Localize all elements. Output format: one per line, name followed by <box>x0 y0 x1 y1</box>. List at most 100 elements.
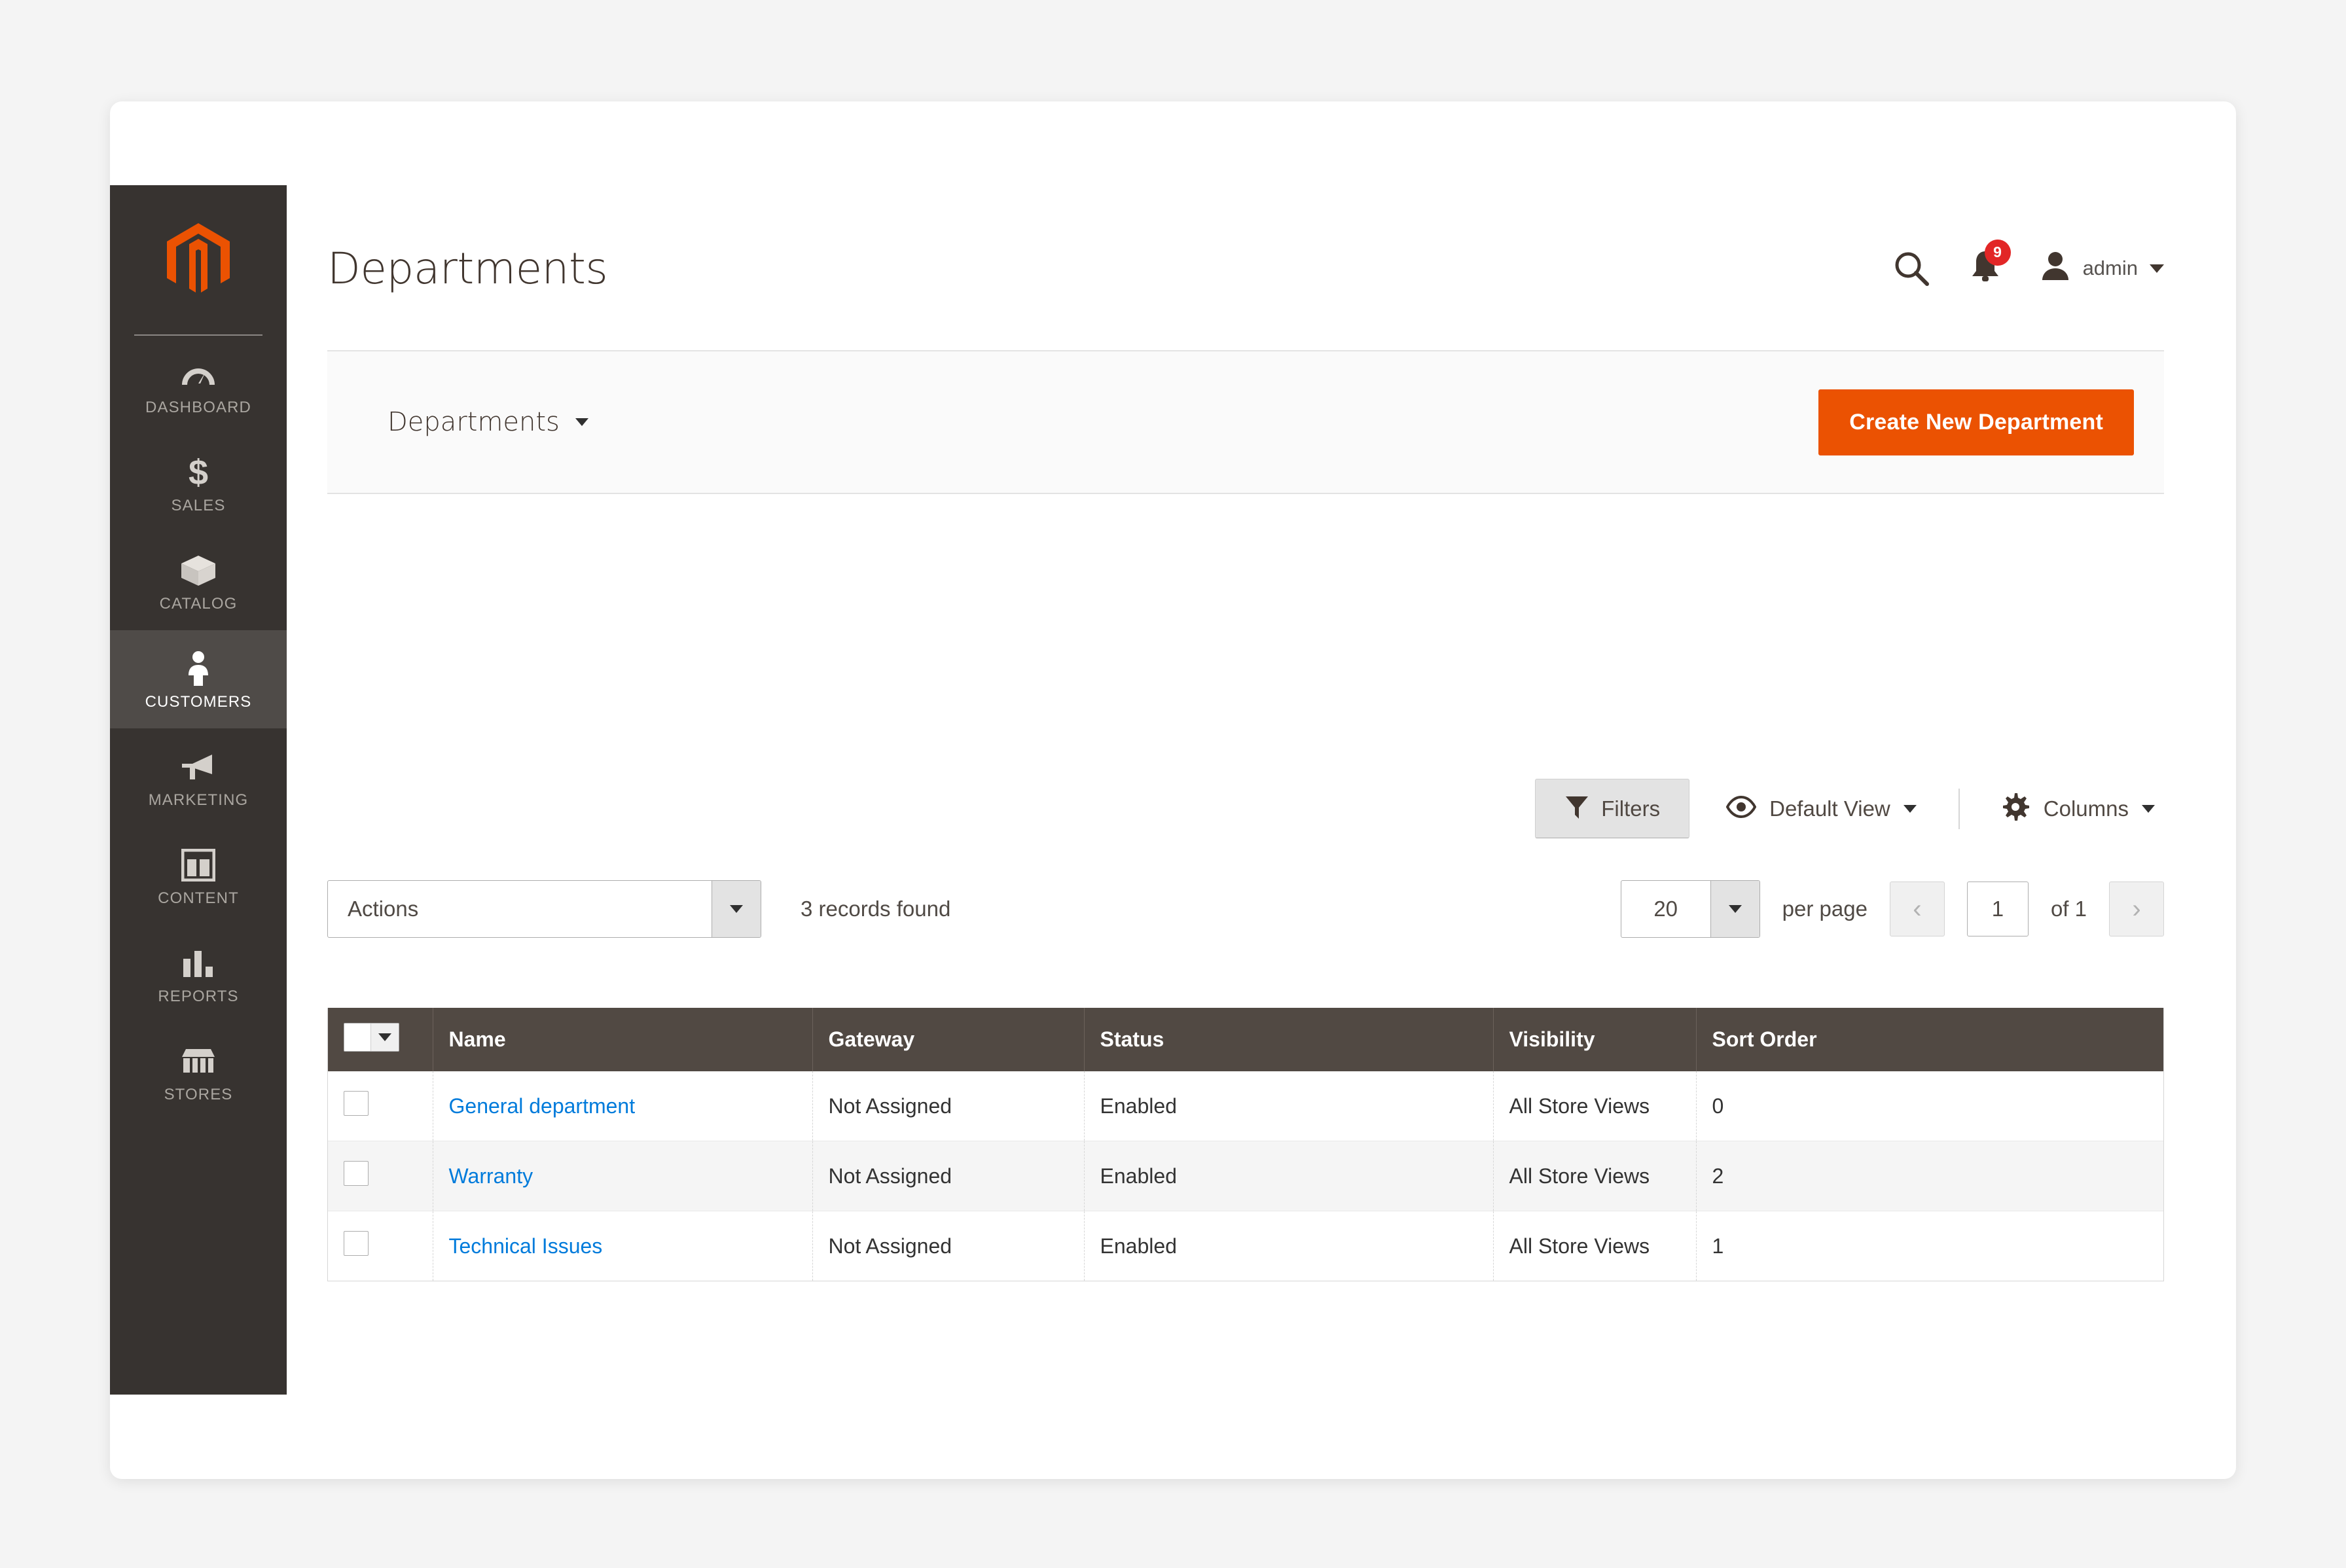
chevron-down-icon <box>2142 804 2155 813</box>
header-tools: 9 admin <box>1892 239 2164 289</box>
breadcrumb-label: Departments <box>388 407 560 437</box>
filters-label: Filters <box>1601 796 1661 821</box>
column-header-sort-order[interactable]: Sort Order <box>1696 1008 2163 1071</box>
row-sort-order-cell: 0 <box>1696 1071 2163 1141</box>
search-icon[interactable] <box>1892 249 1931 288</box>
eye-icon <box>1725 795 1757 821</box>
breadcrumb[interactable]: Departments <box>388 407 588 437</box>
sidebar-item-label: REPORTS <box>158 988 239 1005</box>
screenshot-root: DASHBOARD $ SALES CATALOG CUSTOMERS MARK… <box>0 0 2346 1568</box>
sidebar-item-label: DASHBOARD <box>145 399 251 416</box>
sidebar-item-content[interactable]: CONTENT <box>110 827 287 925</box>
page-number-input[interactable]: 1 <box>1966 882 2029 936</box>
per-page-value: 20 <box>1653 897 1678 921</box>
dashboard-icon <box>110 355 287 393</box>
row-select-cell <box>328 1071 433 1141</box>
department-link[interactable]: Technical Issues <box>449 1234 603 1258</box>
sidebar-item-stores[interactable]: STORES <box>110 1023 287 1121</box>
chevron-down-icon <box>575 418 588 426</box>
sidebar-item-sales[interactable]: $ SALES <box>110 434 287 532</box>
page-actions-bar: Departments Create New Department <box>327 350 2164 494</box>
next-page-button[interactable]: › <box>2109 882 2164 936</box>
select-all-arrow[interactable] <box>370 1024 399 1051</box>
per-page-select-arrow[interactable] <box>1710 881 1760 937</box>
chevron-down-icon <box>1728 905 1742 913</box>
row-visibility-cell: All Store Views <box>1493 1071 1697 1141</box>
row-sort-order-cell: 1 <box>1712 1234 1724 1258</box>
table-body: General department Not Assigned Enabled … <box>328 1071 2163 1281</box>
grid-toolbar: Filters Default View Columns <box>327 779 2164 838</box>
row-name-cell: Warranty <box>433 1141 813 1211</box>
row-visibility-cell: All Store Views <box>1493 1141 1697 1211</box>
magento-logo[interactable] <box>110 185 287 334</box>
table-row[interactable]: Warranty Not Assigned Enabled All Store … <box>328 1141 2163 1211</box>
select-all-header <box>328 1008 433 1071</box>
notification-badge: 9 <box>1984 239 2011 266</box>
table-row[interactable]: Technical Issues Not Assigned Enabled Al… <box>328 1211 2163 1281</box>
content-area: Departments 9 admin Departments Create N… <box>287 101 2236 1479</box>
megaphone-icon <box>110 748 287 786</box>
row-checkbox[interactable] <box>344 1091 369 1116</box>
actions-select[interactable]: Actions <box>327 880 761 938</box>
select-all-checkbox[interactable] <box>344 1024 370 1051</box>
filters-button[interactable]: Filters <box>1535 779 1690 838</box>
column-header-status[interactable]: Status <box>1084 1008 1494 1071</box>
row-name-cell: Technical Issues <box>433 1211 813 1281</box>
total-pages-label: of 1 <box>2050 897 2087 921</box>
columns-selector[interactable]: Columns <box>1993 786 2164 831</box>
user-avatar-icon <box>2040 250 2071 287</box>
per-page-select[interactable]: 20 <box>1620 880 1760 938</box>
sidebar-item-reports[interactable]: REPORTS <box>110 925 287 1023</box>
sidebar-item-label: CATALOG <box>159 595 238 613</box>
main-sidebar: DASHBOARD $ SALES CATALOG CUSTOMERS MARK… <box>110 185 287 1395</box>
select-all-dropdown[interactable] <box>344 1023 399 1052</box>
row-gateway-cell: Not Assigned <box>812 1211 1085 1281</box>
sidebar-item-catalog[interactable]: CATALOG <box>110 532 287 630</box>
bar-chart-icon <box>110 944 287 982</box>
row-sort-order-cell: 2 <box>1696 1141 2163 1211</box>
department-link[interactable]: Warranty <box>449 1164 533 1188</box>
previous-page-button[interactable]: ‹ <box>1889 882 1945 936</box>
storefront-icon <box>110 1042 287 1080</box>
person-icon <box>110 650 287 688</box>
row-checkbox[interactable] <box>344 1161 369 1186</box>
department-link[interactable]: General department <box>449 1094 636 1118</box>
sidebar-item-label: CUSTOMERS <box>145 693 252 711</box>
actions-select-arrow[interactable] <box>712 881 761 937</box>
row-name-cell: General department <box>433 1071 813 1141</box>
user-name: admin <box>2082 257 2138 279</box>
row-checkbox[interactable] <box>344 1231 369 1256</box>
grid-controls: Actions 3 records found 20 per page ‹ 1 … <box>327 880 2164 938</box>
table-head: Name Gateway Status Visibility Sort Orde… <box>328 1008 2163 1071</box>
table-header-row: Name Gateway Status Visibility Sort Orde… <box>328 1008 2163 1071</box>
column-header-visibility[interactable]: Visibility <box>1493 1008 1697 1071</box>
sidebar-item-marketing[interactable]: MARKETING <box>110 728 287 827</box>
sidebar-item-dashboard[interactable]: DASHBOARD <box>110 336 287 434</box>
bell-icon <box>1969 251 2002 288</box>
row-gateway-cell: Not Assigned <box>812 1071 1085 1141</box>
chevron-down-icon <box>730 905 743 913</box>
create-new-department-button[interactable]: Create New Department <box>1818 389 2134 455</box>
actions-select-value: Actions <box>348 897 419 921</box>
sidebar-item-label: MARKETING <box>148 791 249 809</box>
table-row[interactable]: General department Not Assigned Enabled … <box>328 1071 2163 1141</box>
page-title: Departments <box>327 243 608 294</box>
row-select-cell <box>328 1141 433 1211</box>
column-header-gateway[interactable]: Gateway <box>812 1008 1085 1071</box>
departments-table: Name Gateway Status Visibility Sort Orde… <box>328 1008 2163 1281</box>
notifications-button[interactable]: 9 <box>1969 239 2011 289</box>
dollar-icon: $ <box>110 454 287 491</box>
funnel-icon <box>1564 794 1589 823</box>
gear-icon <box>2002 793 2030 825</box>
chevron-down-icon <box>1903 804 1917 813</box>
sidebar-item-customers[interactable]: CUSTOMERS <box>110 630 287 728</box>
row-gateway-cell: Not Assigned <box>812 1141 1085 1211</box>
sidebar-item-label: SALES <box>171 497 226 514</box>
grid-pagination: 20 per page ‹ 1 of 1 › <box>1620 880 2164 938</box>
chevron-down-icon <box>2150 264 2164 273</box>
column-header-name[interactable]: Name <box>433 1008 813 1071</box>
user-menu[interactable]: admin <box>2040 250 2164 287</box>
svg-text:$: $ <box>189 454 208 491</box>
default-view-selector[interactable]: Default View <box>1717 789 1926 828</box>
chevron-down-icon <box>378 1033 391 1041</box>
